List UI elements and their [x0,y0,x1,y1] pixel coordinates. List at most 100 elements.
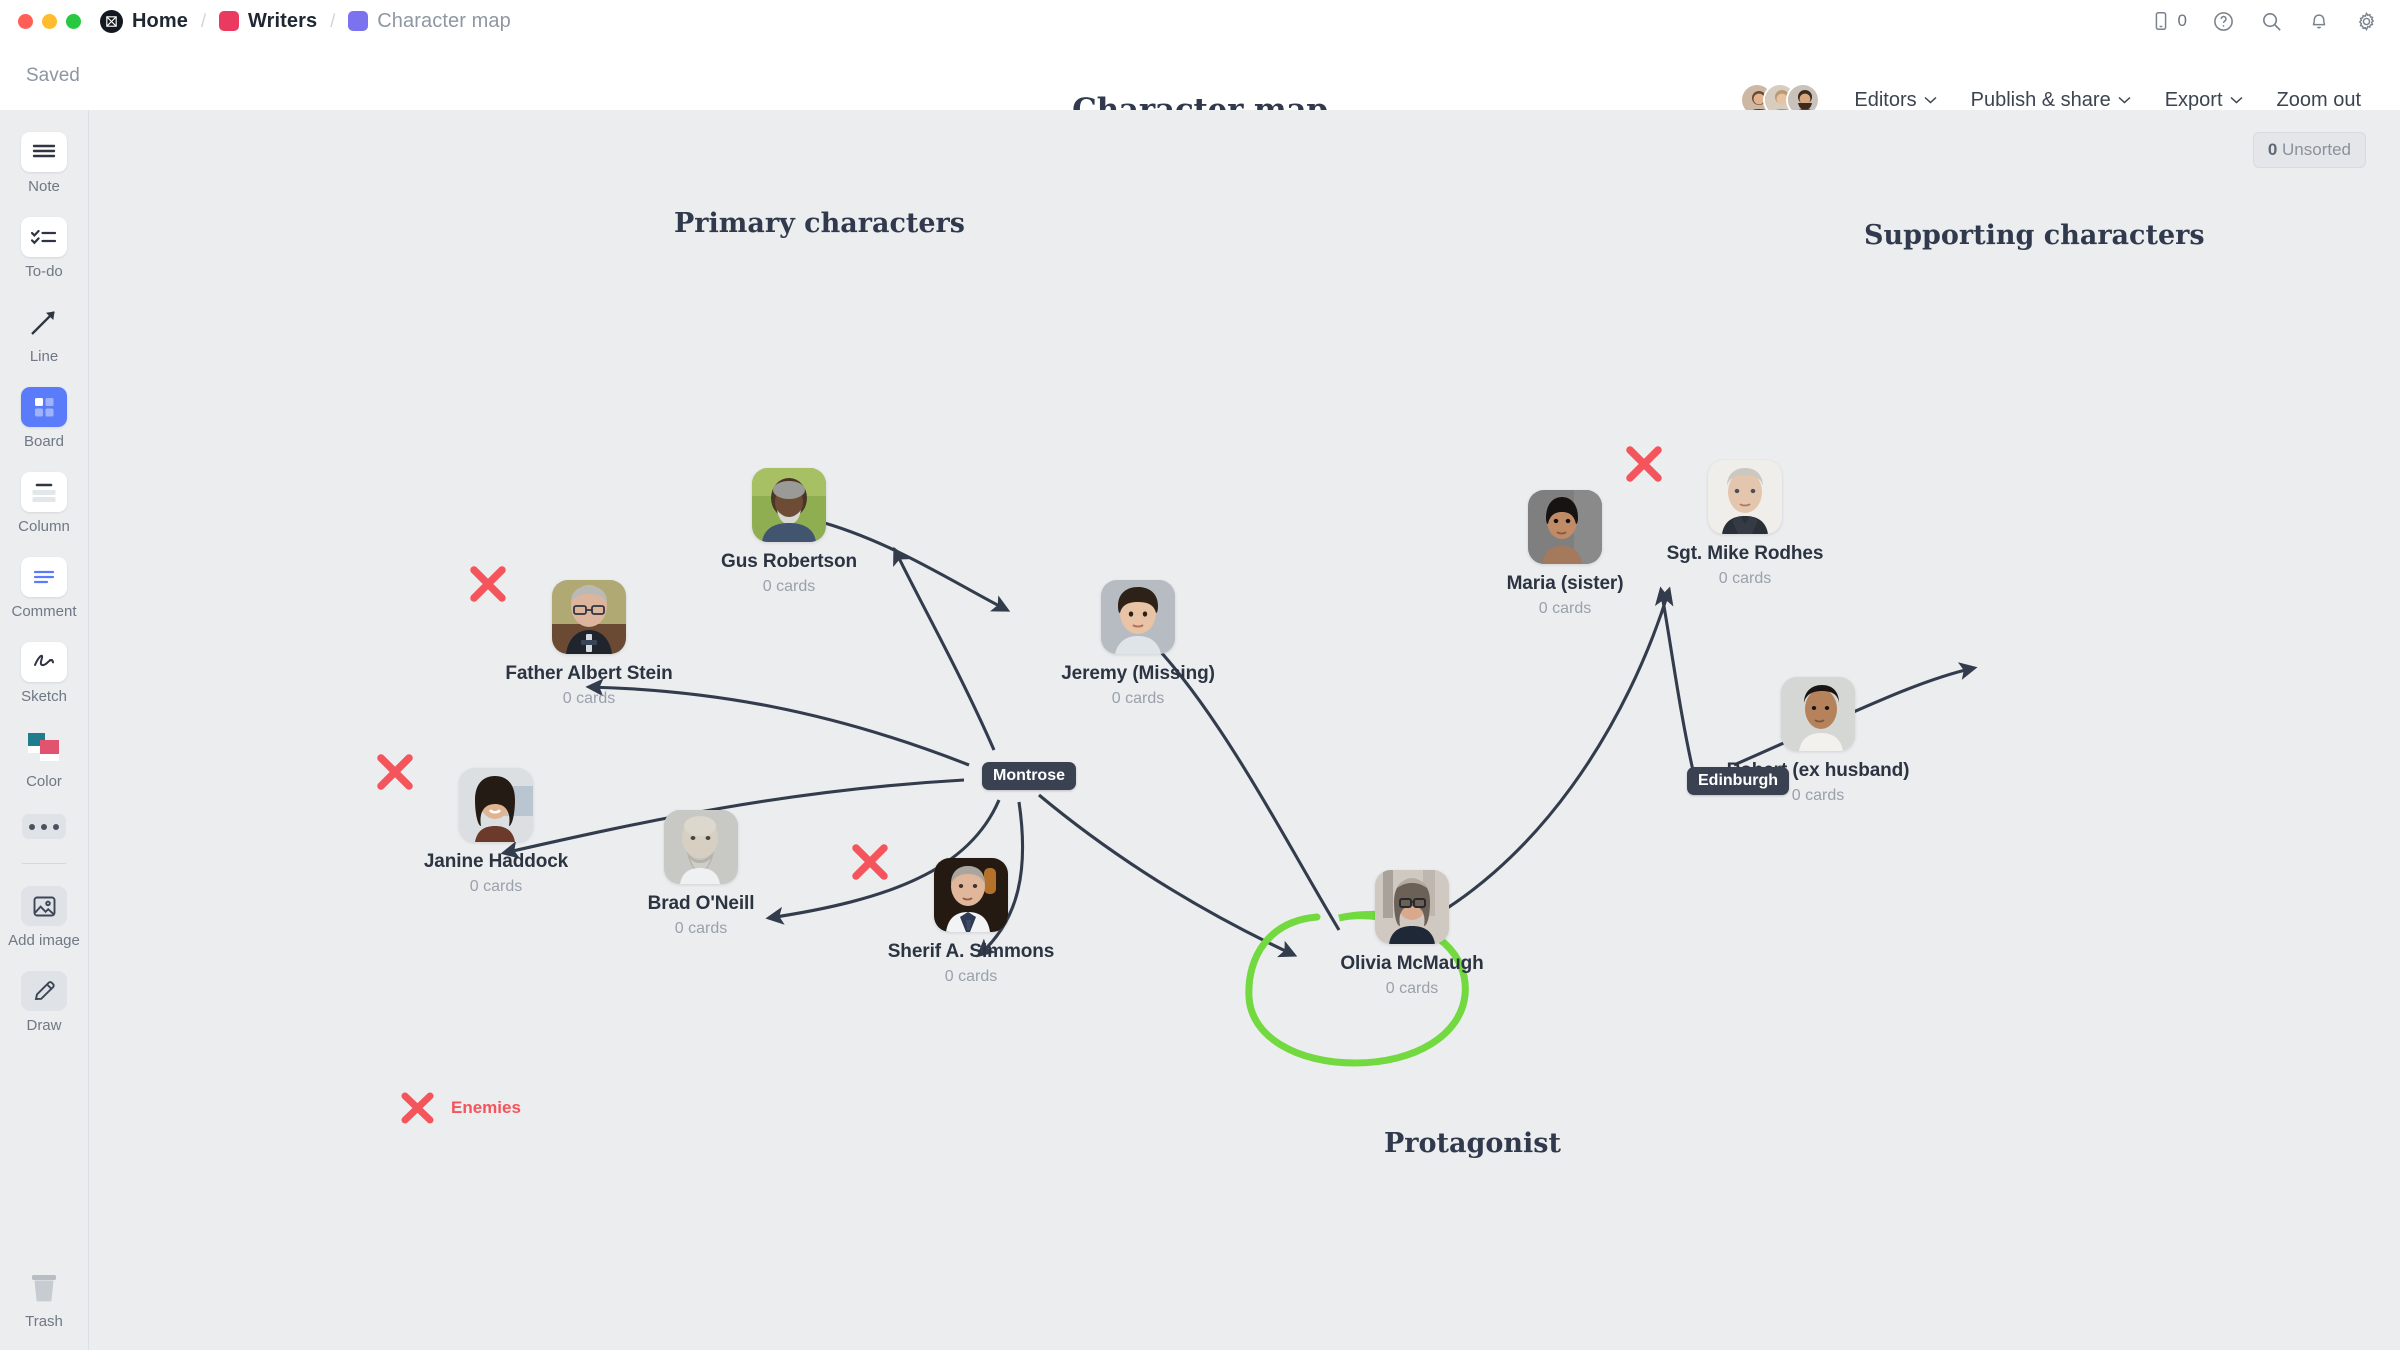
portrait-thumbnail[interactable] [1528,490,1602,564]
character-node-janine-haddock[interactable]: Janine Haddock 0 cards [376,754,616,896]
settings-gear-icon[interactable] [2355,10,2378,33]
card-count: 0 cards [1718,570,1772,587]
card-count: 0 cards [1111,690,1165,707]
rail-label-trash: Trash [25,1313,63,1330]
dot [41,823,47,830]
rail-label-comment: Comment [11,603,77,620]
breadcrumb-item-home[interactable]: Home [100,9,188,33]
character-node-jeremy-missing[interactable]: Jeremy (Missing) 0 cards [1018,580,1258,708]
breadcrumb-item-writers[interactable]: Writers [218,9,318,33]
milanote-logo-icon [100,9,123,33]
rail-item-color[interactable]: Color [0,727,89,790]
character-node-sgt-mike-rodhes[interactable]: Sgt. Mike Rodhes 0 cards [1625,446,1865,588]
dot [29,823,35,830]
editors-menu[interactable]: Editors [1837,89,1953,112]
character-node-gus-robertson[interactable]: Gus Robertson 0 cards [669,468,909,596]
portrait-thumbnail[interactable] [1375,870,1449,944]
card-count: 0 cards [469,878,523,895]
place-label-montrose[interactable]: Montrose [982,762,1076,790]
card-count: 0 cards [1791,787,1845,804]
character-name: Brad O'Neill [647,893,755,914]
portrait-thumbnail[interactable] [552,580,626,654]
rail-label-line: Line [29,348,59,365]
rail-item-line[interactable]: Line [0,302,89,365]
character-name: Jeremy (Missing) [1061,663,1215,684]
chevron-down-icon [2118,96,2131,104]
red-cross-icon [401,1092,434,1124]
chevron-down-icon [1924,96,1937,104]
breadcrumb-label-writers: Writers [247,9,318,32]
maximize-window-button[interactable] [66,13,81,29]
rail-label-sketch: Sketch [21,688,67,705]
card-count: 0 cards [1385,980,1439,997]
notifications-bell-icon[interactable] [2308,10,2330,32]
line-arrow-icon [21,302,67,342]
search-icon[interactable] [2260,10,2283,33]
character-node-sherif-a-simmons[interactable]: Sherif A. Simmons 0 cards [851,844,1091,986]
card-count: 0 cards [674,920,728,937]
character-name: Father Albert Stein [505,663,673,684]
section-heading-supporting-characters[interactable]: Supporting characters [1864,220,2205,251]
draw-pencil-icon [21,971,67,1011]
mobile-device-button[interactable]: 0 [2150,10,2187,32]
section-heading-protagonist[interactable]: Protagonist [1384,1128,1561,1159]
title-bar-actions: 0 [2150,10,2382,33]
rail-label-note: Note [28,178,60,195]
character-name: Maria (sister) [1506,573,1624,594]
character-name: Sgt. Mike Rodhes [1666,543,1824,564]
card-count: 0 cards [1538,600,1592,617]
trash-can-icon[interactable] [21,1267,67,1307]
breadcrumb-separator: / [330,10,336,31]
character-node-olivia-mcmaugh[interactable]: Olivia McMaugh 0 cards [1292,870,1532,998]
breadcrumb-separator: / [200,10,206,31]
minimize-window-button[interactable] [42,13,57,29]
section-heading-primary-characters[interactable]: Primary characters [674,208,965,239]
rail-item-column[interactable]: Column [0,472,89,535]
character-name: Gus Robertson [721,551,857,572]
portrait-thumbnail[interactable] [664,810,738,884]
rail-more-options-button[interactable] [22,814,66,839]
publish-share-menu[interactable]: Publish & share [1954,89,2148,112]
export-menu-label: Export [2164,88,2223,111]
portrait-thumbnail[interactable] [1101,580,1175,654]
card-count: 0 cards [944,968,998,985]
milanote-board-app: Home / Writers / Character map 0 Saved E… [0,0,2400,1350]
document-toolbar: Saved Character map Editors Publish & sh… [0,42,2400,128]
rail-label-add-image: Add image [8,932,80,949]
mobile-device-count: 0 [2177,11,2187,30]
help-question-icon[interactable] [2212,10,2235,33]
comment-bubble-icon [21,557,67,597]
dot [53,823,59,830]
rail-item-comment[interactable]: Comment [0,557,89,620]
rail-divider [22,863,66,864]
character-node-father-albert-stein[interactable]: Father Albert Stein 0 cards [469,566,709,708]
rail-footer: Trash [21,1267,67,1330]
close-window-button[interactable] [18,13,33,29]
board-grid-icon [21,387,67,427]
character-name: Olivia McMaugh [1340,953,1484,974]
rail-item-board[interactable]: Board [0,387,89,450]
character-node-brad-oneill[interactable]: Brad O'Neill 0 cards [581,810,821,938]
rail-label-draw: Draw [26,1017,62,1034]
chevron-down-icon [2230,96,2243,104]
portrait-thumbnail[interactable] [1708,460,1782,534]
breadcrumb-item-character-map[interactable]: Character map [348,10,511,33]
portrait-thumbnail[interactable] [459,768,533,842]
rail-item-sketch[interactable]: Sketch [0,642,89,705]
board-canvas[interactable]: 0 Unsorted Primary characters Supporting… [89,110,2400,1350]
export-menu[interactable]: Export [2148,89,2260,112]
portrait-thumbnail[interactable] [934,858,1008,932]
rail-item-todo[interactable]: To-do [0,217,89,280]
rail-item-draw[interactable]: Draw [0,971,89,1034]
character-name: Sherif A. Simmons [887,941,1055,962]
save-status: Saved [26,65,80,86]
zoom-out-button[interactable]: Zoom out [2260,89,2378,112]
portrait-thumbnail[interactable] [752,468,826,542]
connection-edges [500,518,1978,958]
legend-enemies[interactable]: Enemies [399,1090,521,1126]
place-label-edinburgh[interactable]: Edinburgh [1687,767,1789,795]
window-traffic-lights[interactable] [18,13,81,29]
rail-item-note[interactable]: Note [0,132,89,195]
rail-item-add-image[interactable]: Add image [0,886,89,949]
portrait-thumbnail[interactable] [1781,677,1855,751]
